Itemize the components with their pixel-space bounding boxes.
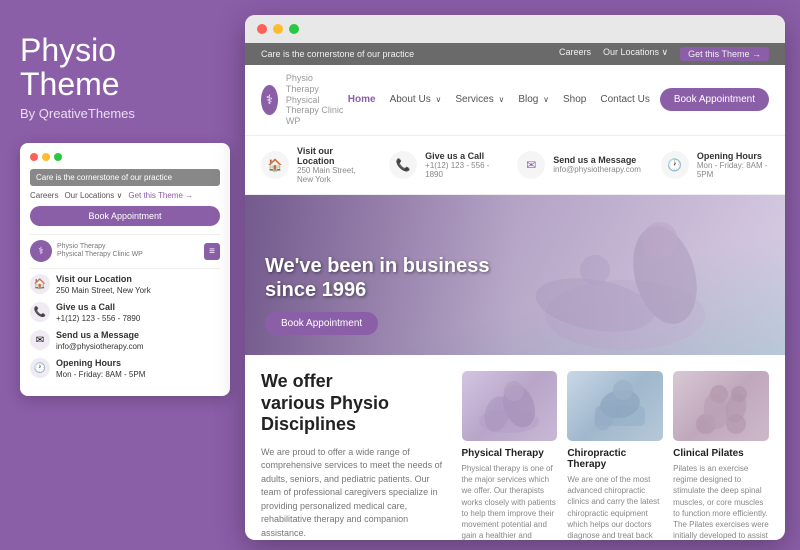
info-location-text: Visit our Location 250 Main Street, New … [297,146,369,184]
nav-services[interactable]: Services ∨ [455,94,504,105]
small-info-email: ✉ Send us a Message info@physiotherapy.c… [30,330,220,352]
small-phone-text: Give us a Call +1(12) 123 - 556 - 7890 [56,302,140,324]
service-card-cp: Clinical Pilates Pilates is an exercise … [673,371,769,540]
info-bar: 🏠 Visit our Location 250 Main Street, Ne… [245,136,785,195]
small-nav-theme[interactable]: Get this Theme → [128,191,193,200]
service-card-pt: Physical Therapy Physical therapy is one… [462,371,558,540]
browser-dot-yellow [273,24,283,34]
small-info-hours: 🕐 Opening Hours Mon - Friday: 8AM - 5PM [30,358,220,380]
browser-titlebar [245,15,785,43]
service-img-ct [567,371,663,441]
hero-title: We've been in business since 1996 [265,254,489,302]
info-location: 🏠 Visit our Location 250 Main Street, Ne… [261,146,369,184]
location-icon: 🏠 [30,274,50,294]
dot-yellow [42,153,50,161]
info-call: 📞 Give us a Call +1(12) 123 - 556 - 1890 [389,146,497,184]
left-panel: Physio Theme By QreativeThemes Care is t… [0,0,250,550]
small-topbar: Care is the cornerstone of our practice [30,169,220,186]
topbar-get-theme[interactable]: Get this Theme → [680,47,769,61]
small-mockup-card: Care is the cornerstone of our practice … [20,143,230,396]
browser-mockup: Care is the cornerstone of our practice … [245,15,785,540]
site-logo-text: Physio Therapy Physical Therapy Clinic W… [286,73,348,127]
topbar-right-links: Careers Our Locations ∨ Get this Theme → [559,47,769,61]
small-info-location: 🏠 Visit our Location 250 Main Street, Ne… [30,274,220,296]
topbar-message: Care is the cornerstone of our practice [261,49,414,59]
small-book-btn[interactable]: Book Appointment [30,206,220,226]
dot-green [54,153,62,161]
info-phone-text: Give us a Call +1(12) 123 - 556 - 1890 [425,151,497,179]
by-line: By QreativeThemes [20,106,230,121]
divider [30,234,220,235]
service-img-pt [462,371,558,441]
nav-contact[interactable]: Contact Us [600,94,649,105]
service-text-cp: Pilates is an exercise regime designed t… [673,463,769,540]
small-hamburger-btn[interactable]: ≡ [204,243,220,260]
browser-dot-green [289,24,299,34]
service-title-ct: Chiropractic Therapy [567,448,663,470]
nav-blog[interactable]: Blog ∨ [518,94,549,105]
window-dots [30,153,220,161]
phone-icon: 📞 [30,302,50,322]
nav-home[interactable]: Home [348,94,376,105]
info-email-icon: ✉ [517,151,545,179]
dot-red [30,153,38,161]
info-message: ✉ Send us a Message info@physiotherapy.c… [517,146,641,184]
small-logo-text: Physio Therapy Physical Therapy Clinic W… [57,243,143,260]
nav-shop[interactable]: Shop [563,94,586,105]
hero-cta-btn[interactable]: Book Appointment [265,312,378,335]
service-img-cp [673,371,769,441]
services-cards: Physical Therapy Physical therapy is one… [462,371,770,540]
services-section: We offer various Physio Disciplines We a… [245,355,785,540]
services-description: We are proud to offer a wide range of co… [261,446,446,540]
small-info-phone: 📞 Give us a Call +1(12) 123 - 556 - 7890 [30,302,220,324]
info-clock-icon: 🕐 [661,151,689,179]
service-text-ct: We are one of the most advanced chiropra… [567,474,663,540]
service-title-cp: Clinical Pilates [673,448,769,459]
service-title-pt: Physical Therapy [462,448,558,459]
service-card-ct: Chiropractic Therapy We are one of the m… [567,371,663,540]
site-nav-links: Home About Us ∨ Services ∨ Blog ∨ Shop C… [348,94,650,105]
email-icon: ✉ [30,330,50,350]
small-nav-locations[interactable]: Our Locations ∨ [64,191,122,200]
browser-content: Care is the cornerstone of our practice … [245,43,785,540]
services-title: We offer various Physio Disciplines [261,371,446,436]
small-nav-careers[interactable]: Careers [30,191,58,200]
info-hours-text: Opening Hours Mon - Friday: 8AM - 5PM [697,151,769,179]
site-navbar: ⚕ Physio Therapy Physical Therapy Clinic… [245,65,785,136]
clock-icon: 🕐 [30,358,50,378]
divider2 [30,268,220,269]
browser-dot-red [257,24,267,34]
small-email-text: Send us a Message info@physiotherapy.com [56,330,144,352]
service-text-pt: Physical therapy is one of the major ser… [462,463,558,540]
nav-about[interactable]: About Us ∨ [390,94,442,105]
hero-content: We've been in business since 1996 Book A… [265,254,489,335]
site-topbar: Care is the cornerstone of our practice … [245,43,785,65]
small-header-row: ⚕ Physio Therapy Physical Therapy Clinic… [30,240,220,262]
site-book-btn[interactable]: Book Appointment [660,88,769,111]
info-hours: 🕐 Opening Hours Mon - Friday: 8AM - 5PM [661,146,769,184]
info-location-icon: 🏠 [261,151,289,179]
hero-section: We've been in business since 1996 Book A… [245,195,785,355]
info-phone-icon: 📞 [389,151,417,179]
small-logo: ⚕ Physio Therapy Physical Therapy Clinic… [30,240,143,262]
site-logo: ⚕ Physio Therapy Physical Therapy Clinic… [261,73,348,127]
topbar-careers[interactable]: Careers [559,47,591,61]
info-email-text: Send us a Message info@physiotherapy.com [553,155,641,174]
small-logo-icon: ⚕ [30,240,52,262]
services-left: We offer various Physio Disciplines We a… [261,371,446,540]
small-hours-text: Opening Hours Mon - Friday: 8AM - 5PM [56,358,145,380]
small-location-text: Visit our Location 250 Main Street, New … [56,274,151,296]
site-logo-icon: ⚕ [261,85,278,115]
brand-title: Physio Theme [20,30,230,100]
small-nav: Careers Our Locations ∨ Get this Theme → [30,191,220,200]
topbar-locations[interactable]: Our Locations ∨ [603,47,668,61]
